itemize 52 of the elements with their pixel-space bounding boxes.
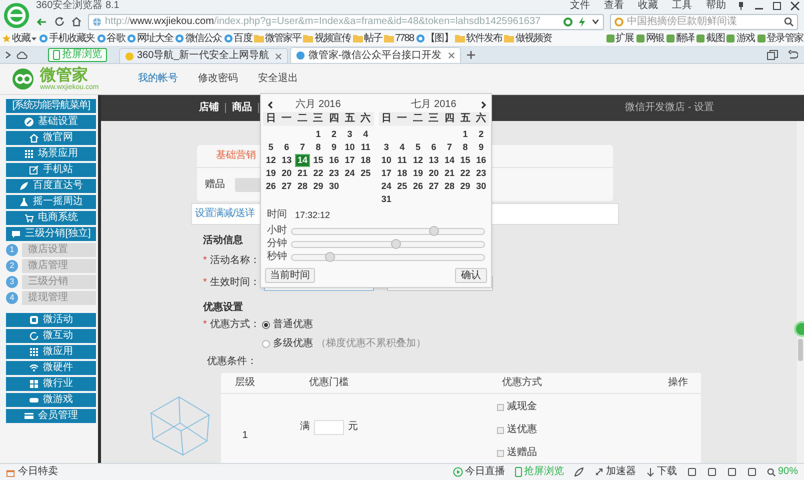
section-heading: 优惠设置 [203, 303, 243, 313]
hint-text: （梯度优惠不累积叠加） [316, 339, 426, 349]
checkbox-label: 送优惠 [507, 425, 537, 435]
weekday-label: 五 [460, 114, 470, 124]
weekday-label: 四 [444, 114, 455, 124]
checkbox-label: 送赠品 [507, 448, 537, 458]
gift-label: 赠品 [205, 180, 225, 190]
column-header: 优惠门槛 [309, 378, 349, 388]
checkbox-label: 减现金 [507, 402, 537, 412]
weekday-label: 四 [329, 114, 340, 124]
threshold-prefix: 满 [300, 422, 310, 432]
field-label: 生效时间： [210, 278, 260, 288]
menu-header: [系统功能导航菜单] [6, 99, 96, 113]
column-header: 操作 [668, 378, 688, 388]
weekday-label: 五 [344, 114, 355, 124]
step-number: 3 [6, 276, 18, 288]
weekday-label: 一 [282, 114, 292, 124]
column-header: 优惠方式 [502, 378, 542, 388]
weekday-label: 一 [397, 114, 408, 124]
weekday-label: 日 [266, 114, 276, 124]
weekday-label: 二 [297, 114, 308, 124]
weekday-label: 二 [412, 114, 423, 124]
required-mark: * [203, 256, 207, 266]
field-label: 优惠方式： [210, 320, 260, 330]
slider-label: 秒钟 [267, 252, 287, 262]
logo-text: 微管家 [40, 68, 89, 84]
weekday-label: 六 [360, 114, 371, 124]
section-title: 设置满减/送详 [195, 209, 254, 219]
slider-label: 分钟 [267, 239, 287, 249]
weekday-label: 三 [313, 114, 324, 124]
month-title: 七月 2016 [411, 100, 456, 110]
table-cell: 1 [242, 431, 248, 441]
field-label: 优惠条件： [207, 357, 257, 367]
threshold-suffix: 元 [348, 422, 358, 432]
column-header: 层级 [235, 378, 255, 388]
section-heading: 活动信息 [203, 236, 243, 246]
radio-label: 普通优惠 [272, 320, 313, 330]
weekday-label: 三 [428, 114, 439, 124]
slider-label: 小时 [267, 226, 287, 236]
radio-label: 多级优惠 [272, 339, 313, 349]
weekday-label: 日 [381, 114, 392, 124]
required-mark: * [203, 320, 207, 330]
weekday-label: 六 [476, 114, 486, 124]
step-number: 4 [6, 292, 18, 304]
step-number: 1 [6, 244, 18, 256]
time-value: 17:32:12 [295, 210, 330, 220]
field-label: 活动名称： [210, 256, 260, 266]
required-mark: * [203, 278, 207, 288]
month-title: 六月 2016 [296, 100, 341, 110]
time-label: 时间 [267, 210, 287, 220]
page-title: 微信开发微店 - 设置 [625, 103, 714, 113]
step-number: 2 [6, 260, 18, 272]
